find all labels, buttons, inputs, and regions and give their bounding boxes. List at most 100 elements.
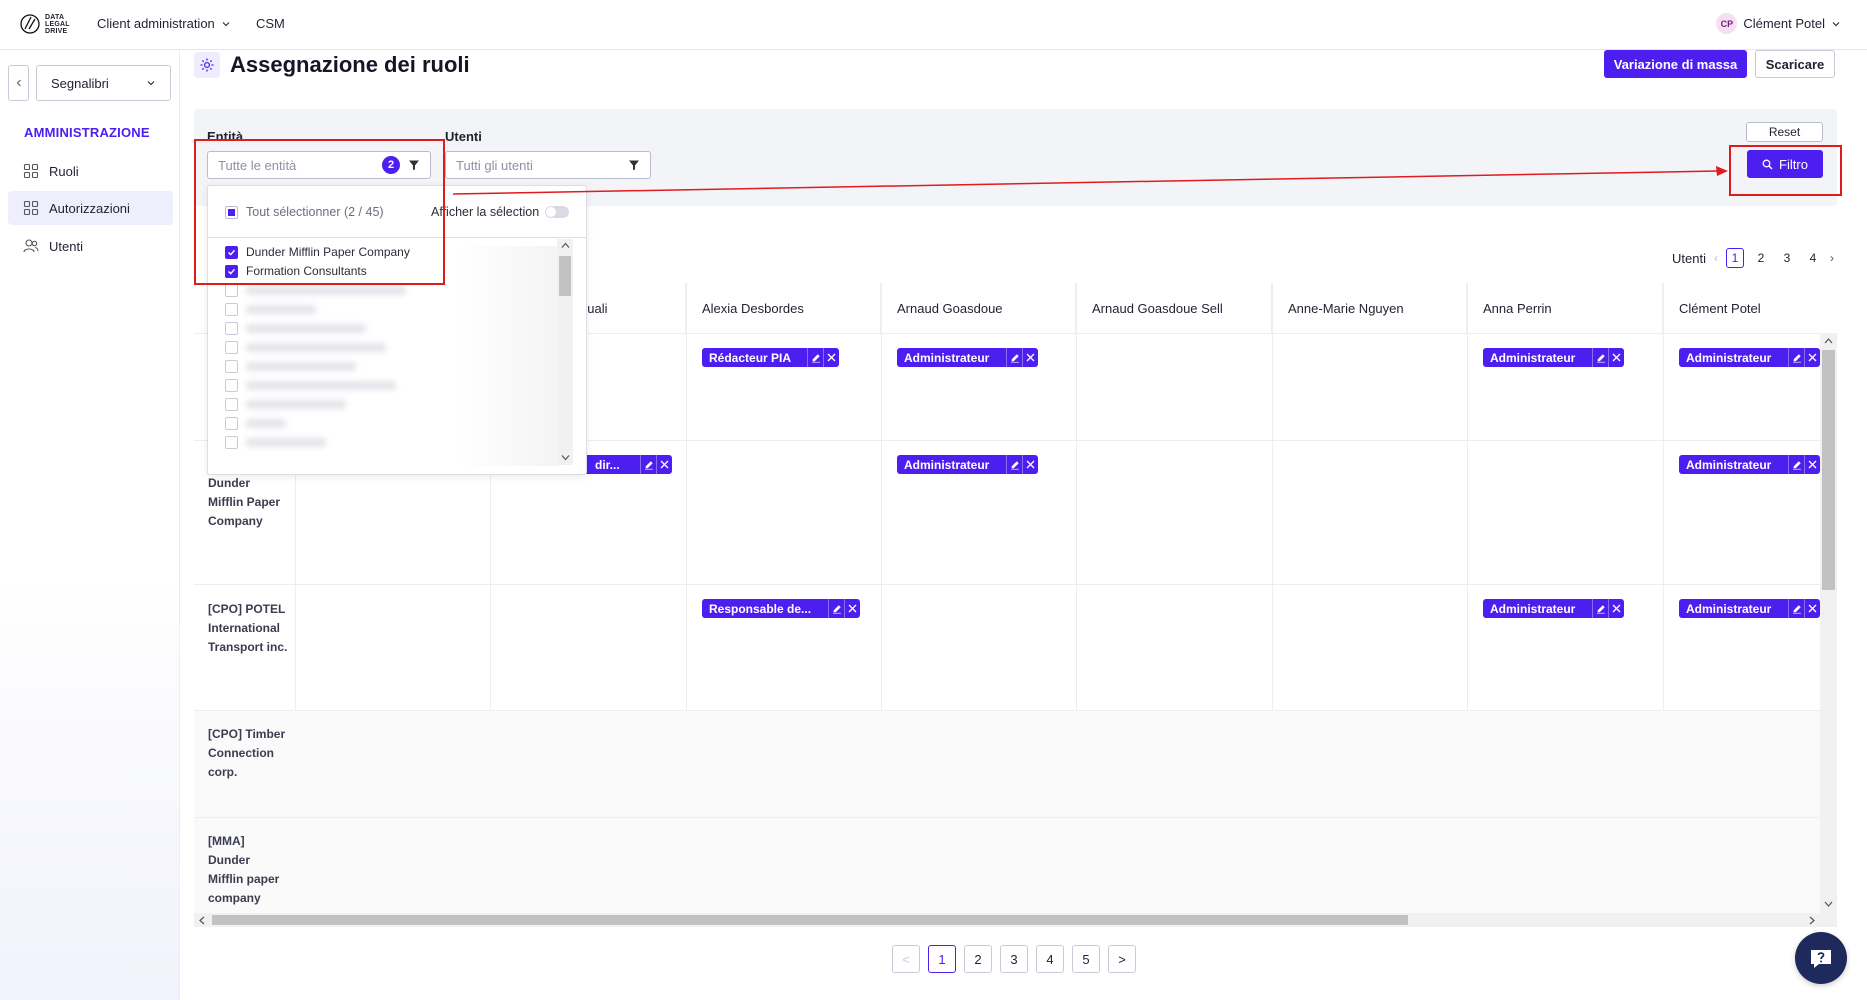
edit-icon[interactable]	[1592, 348, 1608, 367]
reset-button[interactable]: Reset	[1746, 122, 1823, 142]
checkbox[interactable]	[225, 360, 238, 373]
show-selection-toggle[interactable]: Afficher la sélection	[431, 205, 570, 219]
close-icon[interactable]	[1804, 599, 1820, 618]
redacted-label	[246, 362, 356, 371]
checkbox[interactable]	[225, 398, 238, 411]
scroll-right-icon[interactable]	[1808, 916, 1816, 925]
redacted-entity-option[interactable]	[225, 398, 346, 411]
page-button-5[interactable]: 5	[1072, 945, 1100, 973]
checkbox[interactable]	[225, 379, 238, 392]
users-page-1[interactable]: 1	[1725, 248, 1744, 268]
redacted-entity-option[interactable]	[225, 284, 406, 297]
close-icon[interactable]	[1804, 455, 1820, 474]
scroll-up-icon[interactable]	[561, 242, 570, 249]
close-icon[interactable]	[1022, 455, 1038, 474]
mass-variation-button[interactable]: Variazione di massa	[1604, 50, 1747, 78]
edit-icon[interactable]	[1592, 599, 1608, 618]
checkbox[interactable]	[225, 436, 238, 449]
role-chip[interactable]: Responsable de...	[702, 599, 860, 618]
users-page-3[interactable]: 3	[1778, 248, 1796, 268]
checkbox[interactable]	[225, 322, 238, 335]
edit-icon[interactable]	[828, 599, 844, 618]
help-chat-button[interactable]	[1795, 932, 1847, 984]
redacted-entity-option[interactable]	[225, 360, 356, 373]
role-chip[interactable]: dir...	[584, 455, 672, 474]
redacted-entity-option[interactable]	[225, 303, 316, 316]
grid-horizontal-scroll-thumb[interactable]	[212, 915, 1408, 925]
role-chip-label: Administrateur	[1686, 601, 1772, 616]
role-chip-label: Administrateur	[904, 457, 990, 472]
redacted-entity-option[interactable]	[225, 322, 366, 335]
chevron-left-icon[interactable]: ‹	[1714, 251, 1718, 265]
role-chip[interactable]: Administrateur	[897, 455, 1038, 474]
close-icon[interactable]	[1608, 599, 1624, 618]
sidebar-item-utenti[interactable]: Utenti	[8, 229, 173, 263]
checkbox[interactable]	[225, 284, 238, 297]
edit-icon[interactable]	[1006, 348, 1022, 367]
role-chip[interactable]: Administrateur	[1679, 348, 1820, 367]
close-icon[interactable]	[844, 599, 860, 618]
bookmarks-select[interactable]: Segnalibri	[36, 65, 171, 101]
page-button-1[interactable]: 1	[928, 945, 956, 973]
download-button[interactable]: Scaricare	[1755, 50, 1835, 78]
close-icon[interactable]	[1804, 348, 1820, 367]
checkbox[interactable]	[225, 341, 238, 354]
help-chat-icon	[1811, 950, 1831, 968]
page-button-4[interactable]: 4	[1036, 945, 1064, 973]
dropdown-scroll-thumb[interactable]	[559, 256, 571, 296]
sidebar-item-autorizzazioni[interactable]: Autorizzazioni	[8, 191, 173, 225]
close-icon[interactable]	[823, 348, 839, 367]
chevron-right-icon[interactable]: ›	[1830, 251, 1834, 265]
scroll-down-icon[interactable]	[561, 454, 570, 461]
edit-icon[interactable]	[1788, 348, 1804, 367]
column-header: Clément Potel	[1679, 300, 1761, 316]
filter-funnel-icon[interactable]	[628, 159, 640, 171]
edit-icon[interactable]	[1788, 599, 1804, 618]
scroll-up-icon[interactable]	[1824, 337, 1833, 345]
close-icon[interactable]	[1022, 348, 1038, 367]
close-icon[interactable]	[1608, 348, 1624, 367]
redacted-entity-option[interactable]	[225, 341, 386, 354]
client-administration-menu[interactable]: Client administration	[97, 16, 231, 31]
edit-icon[interactable]	[1788, 455, 1804, 474]
redacted-entity-option[interactable]	[225, 379, 396, 392]
grid-vertical-scroll-thumb[interactable]	[1822, 350, 1835, 590]
bookmarks-label: Segnalibri	[51, 75, 109, 91]
chevron-left-icon	[16, 79, 21, 87]
role-chip[interactable]: Rédacteur PIA	[702, 348, 839, 367]
scroll-left-icon[interactable]	[198, 916, 206, 925]
role-chip[interactable]: Administrateur	[1679, 599, 1820, 618]
entity-row-label: [CPO] POTEL International Transport inc.	[208, 602, 288, 654]
redacted-entity-option[interactable]	[225, 436, 326, 449]
role-chip[interactable]: Administrateur	[1483, 348, 1624, 367]
edit-icon[interactable]	[640, 455, 656, 474]
checkbox[interactable]	[225, 417, 238, 430]
role-chip[interactable]: Administrateur	[1679, 455, 1820, 474]
users-page-4[interactable]: 4	[1804, 248, 1822, 268]
users-filter-placeholder: Tutti gli utenti	[456, 157, 533, 173]
toggle-switch[interactable]	[545, 206, 570, 218]
grid-icon	[23, 200, 39, 216]
users-filter-select[interactable]: Tutti gli utenti	[445, 151, 651, 179]
users-page-2[interactable]: 2	[1752, 248, 1770, 268]
chevron-down-icon	[222, 21, 230, 26]
role-chip[interactable]: Administrateur	[897, 348, 1038, 367]
user-menu[interactable]: CP Clément Potel	[1716, 13, 1841, 34]
sidebar-item-ruoli[interactable]: Ruoli	[8, 154, 173, 188]
logo[interactable]: DATA LEGAL DRIVE	[19, 11, 70, 37]
page-header: Assegnazione dei ruoli	[194, 52, 470, 78]
edit-icon[interactable]	[807, 348, 823, 367]
close-icon[interactable]	[656, 455, 672, 474]
role-chip[interactable]: Administrateur	[1483, 599, 1624, 618]
next-page-button[interactable]: >	[1108, 945, 1136, 973]
prev-page-button[interactable]: <	[892, 945, 920, 973]
page-button-3[interactable]: 3	[1000, 945, 1028, 973]
redacted-entity-option[interactable]	[225, 417, 286, 430]
collapse-sidebar-button[interactable]	[8, 65, 29, 101]
checkbox[interactable]	[225, 303, 238, 316]
sidebar-item-label: Ruoli	[49, 163, 79, 179]
edit-icon[interactable]	[1006, 455, 1022, 474]
scroll-down-icon[interactable]	[1824, 900, 1833, 908]
page-button-2[interactable]: 2	[964, 945, 992, 973]
csm-link[interactable]: CSM	[256, 16, 285, 31]
